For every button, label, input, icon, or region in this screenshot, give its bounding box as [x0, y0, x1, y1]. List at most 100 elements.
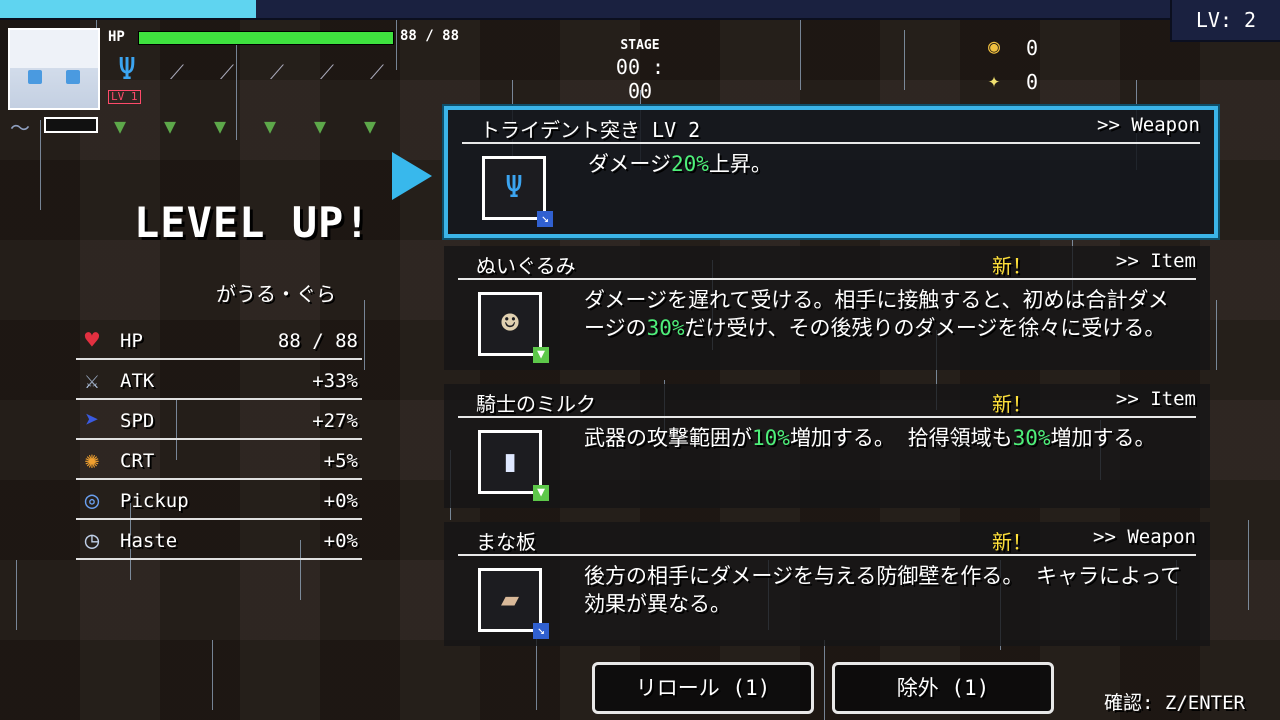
character-portrait — [8, 28, 100, 110]
stat-row-spd: ➤ SPD +27% — [76, 404, 362, 440]
stat-value: +0% — [323, 530, 358, 552]
stat-name: Haste — [120, 530, 178, 552]
item-badge-icon: ▼ — [533, 347, 549, 363]
trident-icon: Ψ — [118, 52, 137, 87]
selection-arrow-icon — [392, 152, 432, 200]
rain-streak — [364, 300, 365, 370]
empty-weapon-slot-icon: ⟋ — [220, 60, 234, 84]
rain-streak — [40, 120, 41, 210]
pickup-icon: ◎ — [84, 486, 100, 514]
cutting-board-icon: ▰ ↘ — [478, 568, 549, 639]
reroll-button[interactable]: リロール (1) — [592, 662, 814, 714]
stat-row-atk: ⚔ ATK +33% — [76, 364, 362, 400]
new-badge: 新！ — [992, 530, 1032, 554]
empty-weapon-slot-icon: ⟋ — [270, 60, 284, 84]
option-description: 武器の攻撃範囲が10%増加する。 拾得領域も30%増加する。 — [584, 426, 1156, 450]
xp-fill — [0, 0, 256, 18]
coin-icon: ◉ — [988, 34, 1001, 58]
stat-value: +5% — [323, 450, 358, 472]
kill-icon: ✦ — [988, 68, 1001, 92]
sword-icon: ⚔ — [84, 366, 100, 394]
trident-icon: Ψ ↘ — [482, 156, 553, 227]
empty-weapon-slot-icon: ⟋ — [170, 60, 184, 84]
stat-value: 88 / 88 — [277, 330, 358, 352]
stat-value: +0% — [323, 490, 358, 512]
option-description: ダメージ20%上昇。 — [588, 152, 772, 176]
divider — [458, 554, 1196, 556]
option-type: >> Weapon — [1097, 114, 1200, 136]
stat-name: SPD — [120, 410, 155, 432]
new-badge: 新！ — [992, 392, 1032, 416]
special-icon: 〜 — [10, 116, 30, 140]
option-title: 騎士のミルク — [476, 392, 596, 416]
rain-streak — [16, 560, 17, 630]
upgrade-option-cutting-board[interactable]: まな板 新！ >> Weapon ▰ ↘ 後方の相手にダメージを与える防御壁を作る… — [444, 522, 1210, 646]
confirm-hint: 確認: Z/ENTER — [1104, 692, 1245, 714]
stage-timer: STAGE 00 : 00 — [598, 38, 682, 103]
exclude-button[interactable]: 除外 (1) — [832, 662, 1054, 714]
stat-name: ATK — [120, 370, 155, 392]
timer-value: 00 : 00 — [615, 55, 665, 103]
option-type: >> Item — [1115, 388, 1196, 410]
rain-streak — [236, 40, 237, 140]
rain-streak — [904, 30, 905, 90]
option-title: ぬいぐるみ — [476, 254, 576, 278]
stat-row-hp: ♥ HP 88 / 88 — [76, 324, 362, 360]
empty-weapon-slot-icon: ⟋ — [370, 60, 384, 84]
option-title: まな板 — [476, 530, 536, 554]
option-title: トライデント突き LV 2 — [480, 118, 701, 142]
kill-count: 0 — [1026, 70, 1039, 94]
divider — [458, 416, 1196, 418]
heart-icon: ♥ — [84, 326, 100, 354]
empty-weapon-slot-icon: ⟋ — [320, 60, 334, 84]
boot-icon: ➤ — [84, 406, 100, 434]
empty-item-slot-icon: ▼ — [314, 114, 327, 138]
stat-name: Pickup — [120, 490, 189, 512]
divider — [462, 142, 1200, 144]
rain-streak — [1248, 520, 1249, 610]
stat-row-haste: ◷ Haste +0% — [76, 524, 362, 560]
divider — [458, 278, 1196, 280]
rain-streak — [212, 640, 213, 710]
rain-streak — [824, 640, 825, 720]
hp-fill — [139, 32, 393, 44]
weapon-badge-icon: ↘ — [533, 623, 549, 639]
stat-name: CRT — [120, 450, 155, 472]
upgrade-option-plush[interactable]: ぬいぐるみ 新！ >> Item ☻ ▼ ダメージを遅れて受ける。相手に接触すると… — [444, 246, 1210, 370]
stat-row-crt: ✺ CRT +5% — [76, 444, 362, 480]
empty-item-slot-icon: ▼ — [264, 114, 277, 138]
stage-label: STAGE — [620, 38, 660, 53]
hp-bar — [138, 31, 394, 45]
coin-count: 0 — [1026, 36, 1039, 60]
milk-icon: ▮ ▼ — [478, 430, 549, 501]
stat-value: +33% — [312, 370, 358, 392]
stat-name: HP — [120, 330, 143, 352]
level-up-title: LEVEL UP! — [134, 198, 371, 247]
plush-icon: ☻ ▼ — [478, 292, 549, 363]
stat-value: +27% — [312, 410, 358, 432]
option-description: ダメージを遅れて受ける。相手に接触すると、初めは合計ダメージの30%だけ受け、そ… — [584, 288, 1169, 340]
item-badge-icon: ▼ — [533, 485, 549, 501]
empty-item-slot-icon: ▼ — [364, 114, 377, 138]
character-name: がうる・ぐら — [216, 282, 336, 306]
option-type: >> Weapon — [1093, 526, 1196, 548]
upgrade-option-trident[interactable]: トライデント突き LV 2 >> Weapon Ψ ↘ ダメージ20%上昇。 — [444, 106, 1218, 238]
empty-item-slot-icon: ▼ — [164, 114, 177, 138]
stat-row-pickup: ◎ Pickup +0% — [76, 484, 362, 520]
clock-icon: ◷ — [84, 526, 100, 554]
rain-streak — [800, 20, 801, 90]
weapon-badge-icon: ↘ — [537, 211, 553, 227]
empty-item-slot-icon: ▼ — [214, 114, 227, 138]
rain-streak — [1216, 300, 1217, 370]
crit-icon: ✺ — [84, 446, 100, 474]
new-badge: 新！ — [992, 254, 1032, 278]
option-type: >> Item — [1115, 250, 1196, 272]
hp-value: 88 / 88 — [400, 28, 460, 44]
upgrade-option-milk[interactable]: 騎士のミルク 新！ >> Item ▮ ▼ 武器の攻撃範囲が10%増加する。 拾得… — [444, 384, 1210, 508]
option-description: 後方の相手にダメージを与える防御壁を作る。 キャラによって効果が異なる。 — [584, 564, 1182, 616]
player-level: LV: 2 — [1170, 0, 1280, 42]
special-gauge — [44, 117, 98, 133]
empty-item-slot-icon: ▼ — [114, 114, 127, 138]
hp-label: HP — [108, 29, 125, 45]
xp-bar — [0, 0, 1280, 20]
